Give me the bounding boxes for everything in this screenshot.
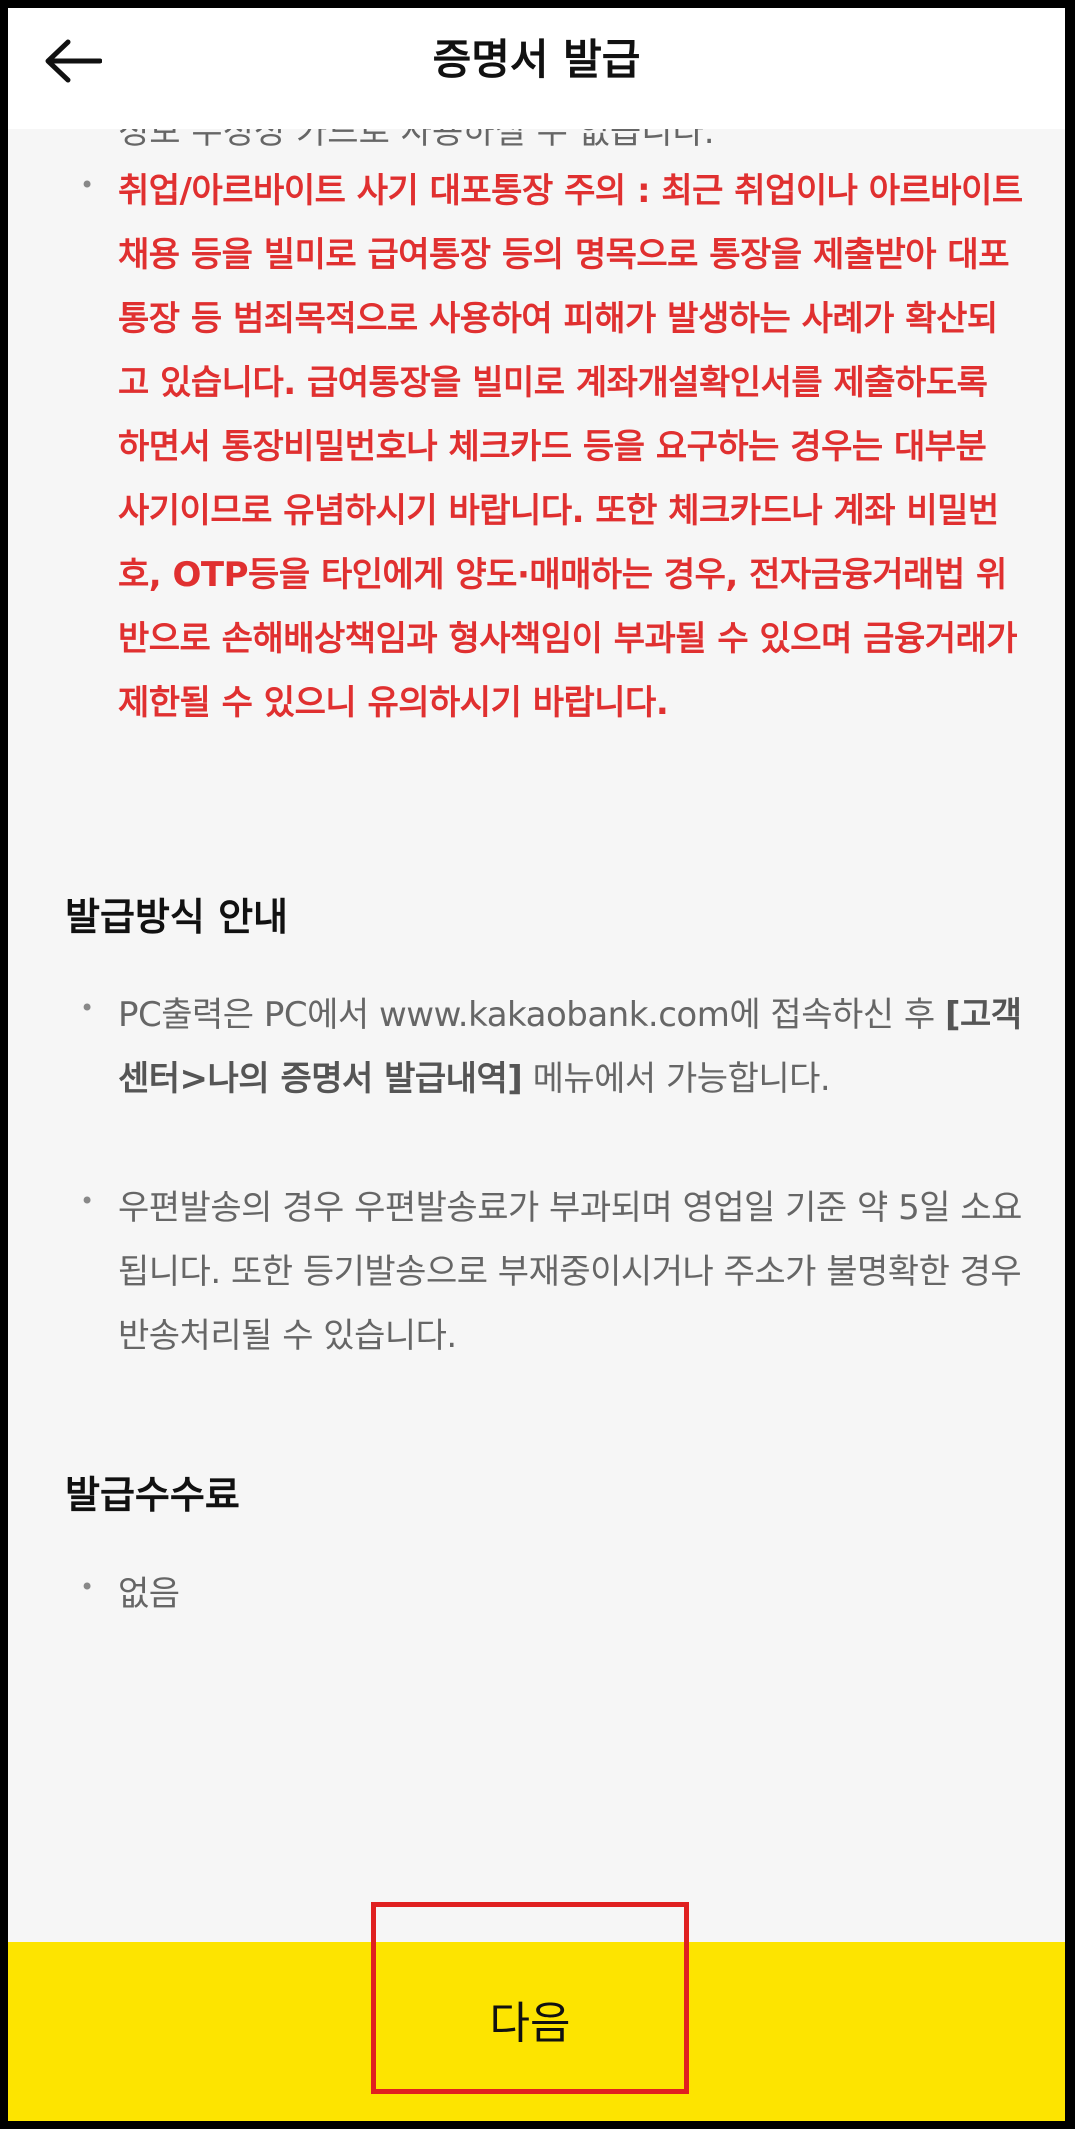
bullet-dot: • bbox=[80, 1187, 95, 1215]
fee-title: 발급수수료 bbox=[65, 1473, 240, 1517]
next-button[interactable]: 다음 bbox=[371, 1902, 689, 2094]
fee-value: 없음 bbox=[118, 1574, 180, 1614]
fraud-warning-text: 취업/아르바이트 사기 대포통장 주의 : 최근 취업이나 아르바이트 채용 등… bbox=[118, 171, 1023, 723]
pc-print-info-pre: PC출력은 PC에서 www.kakaobank.com에 접속하신 후 bbox=[118, 995, 945, 1035]
bullet-dot: • bbox=[80, 994, 95, 1022]
mail-delivery-info: 우편발송의 경우 우편발송료가 부과되며 영업일 기준 약 5일 소요됩니다. … bbox=[118, 1188, 1022, 1356]
page-title: 증명서 발급 bbox=[432, 35, 641, 84]
app-screen: 정보 수정성 카드로 사용하실 수 없습니다. 증명서 발급 • 취업/아르바이… bbox=[8, 8, 1065, 2121]
bullet-dot: • bbox=[80, 171, 95, 199]
top-app-bar: 증명서 발급 bbox=[8, 8, 1065, 129]
pc-print-info-post: 메뉴에서 가능합니다. bbox=[522, 1059, 831, 1099]
issuance-method-title: 발급방식 안내 bbox=[65, 895, 288, 939]
bullet-dot: • bbox=[80, 1573, 95, 1601]
next-button-label: 다음 bbox=[489, 1998, 571, 2049]
pc-print-info: PC출력은 PC에서 www.kakaobank.com에 접속하신 후 [고객… bbox=[118, 983, 1023, 1111]
